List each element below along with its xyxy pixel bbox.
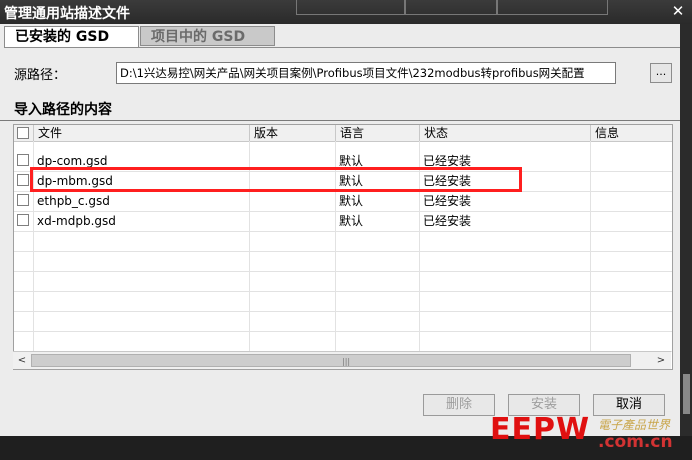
file-version [249, 211, 253, 231]
tab-project-gsd[interactable]: 项目中的 GSD [140, 26, 275, 46]
row-checkbox[interactable] [17, 214, 29, 226]
file-language: 默认 [339, 194, 364, 208]
file-name: xd-mdpb.gsd [37, 214, 116, 228]
file-name: ethpb_c.gsd [37, 194, 110, 208]
scroll-left-icon[interactable]: < [14, 353, 30, 368]
column-header-info[interactable]: 信息 [590, 125, 672, 141]
scrollbar-thumb[interactable]: ||| [31, 354, 631, 367]
section-divider [0, 120, 680, 121]
column-header-file[interactable]: 文件 [33, 125, 249, 141]
file-version [249, 151, 253, 171]
cancel-button[interactable]: 取消 [593, 394, 665, 416]
file-version [249, 191, 253, 211]
tab-installed-gsd[interactable]: 已安装的 GSD [4, 26, 139, 48]
background-scroll-mark [683, 374, 690, 414]
file-info [590, 171, 594, 191]
empty-row [14, 251, 672, 272]
table-row[interactable]: xd-mdpb.gsd 默认 已经安装 [14, 211, 672, 232]
title-bar: 管理通用站描述文件 ✕ [0, 0, 692, 24]
watermark-cn-text: 電子產品世界 [598, 418, 671, 432]
close-icon[interactable]: ✕ [670, 3, 686, 19]
horizontal-scrollbar[interactable]: < ||| > [13, 351, 671, 369]
select-all-checkbox[interactable] [17, 127, 29, 139]
delete-button[interactable]: 删除 [423, 394, 495, 416]
file-name: dp-com.gsd [37, 154, 108, 168]
source-path-input[interactable]: D:\1兴达易控\网关产品\网关项目案例\Profibus项目文件\232mod… [116, 62, 616, 84]
row-checkbox[interactable] [17, 154, 29, 166]
source-path-label: 源路径： [14, 68, 67, 83]
table-row[interactable]: ethpb_c.gsd 默认 已经安装 [14, 191, 672, 212]
title-bar-frame [296, 0, 406, 15]
file-info [590, 151, 594, 171]
background-window-edge [680, 24, 692, 436]
file-language: 默认 [339, 154, 364, 168]
table-row[interactable]: dp-com.gsd 默认 已经安装 [14, 151, 672, 172]
window-title: 管理通用站描述文件 [4, 6, 130, 22]
scroll-right-icon[interactable]: > [653, 353, 669, 368]
scrollbar-grip-icon: ||| [342, 357, 351, 366]
empty-row [14, 291, 672, 312]
eepw-logo: EEPW [490, 412, 591, 447]
column-header-language[interactable]: 语言 [335, 125, 419, 141]
tab-divider [4, 47, 680, 48]
gsd-file-table: 文件 版本 语言 状态 信息 dp-com.gsd 默认 已经安装 dp-mbm… [13, 124, 673, 370]
title-bar-frame [496, 0, 608, 15]
file-info [590, 211, 594, 231]
table-row[interactable]: dp-mbm.gsd 默认 已经安装 [14, 171, 672, 192]
file-version [249, 171, 253, 191]
title-bar-frame [404, 0, 498, 15]
file-language: 默认 [339, 214, 364, 228]
file-status: 已经安装 [423, 214, 472, 228]
install-button[interactable]: 安装 [508, 394, 580, 416]
browse-button[interactable]: ... [650, 63, 672, 83]
empty-row [14, 231, 672, 252]
file-language: 默认 [339, 174, 364, 188]
row-checkbox[interactable] [17, 194, 29, 206]
file-status: 已经安装 [423, 154, 472, 168]
empty-row [14, 271, 672, 292]
eepw-watermark: EEPW 電子產品世界 .com.cn [490, 412, 690, 460]
column-header-status[interactable]: 状态 [419, 125, 590, 141]
table-header: 文件 版本 语言 状态 信息 [14, 125, 672, 142]
file-info [590, 191, 594, 211]
column-header-version[interactable]: 版本 [249, 125, 335, 141]
gsd-manager-dialog: 已安装的 GSD 项目中的 GSD 源路径： D:\1兴达易控\网关产品\网关项… [0, 24, 680, 452]
file-status: 已经安装 [423, 194, 472, 208]
watermark-url: .com.cn [598, 432, 673, 452]
empty-row [14, 311, 672, 332]
file-name: dp-mbm.gsd [37, 174, 113, 188]
row-checkbox[interactable] [17, 174, 29, 186]
file-status: 已经安装 [423, 174, 472, 188]
content-section-title: 导入路径的内容 [14, 102, 112, 118]
empty-row [14, 331, 672, 352]
